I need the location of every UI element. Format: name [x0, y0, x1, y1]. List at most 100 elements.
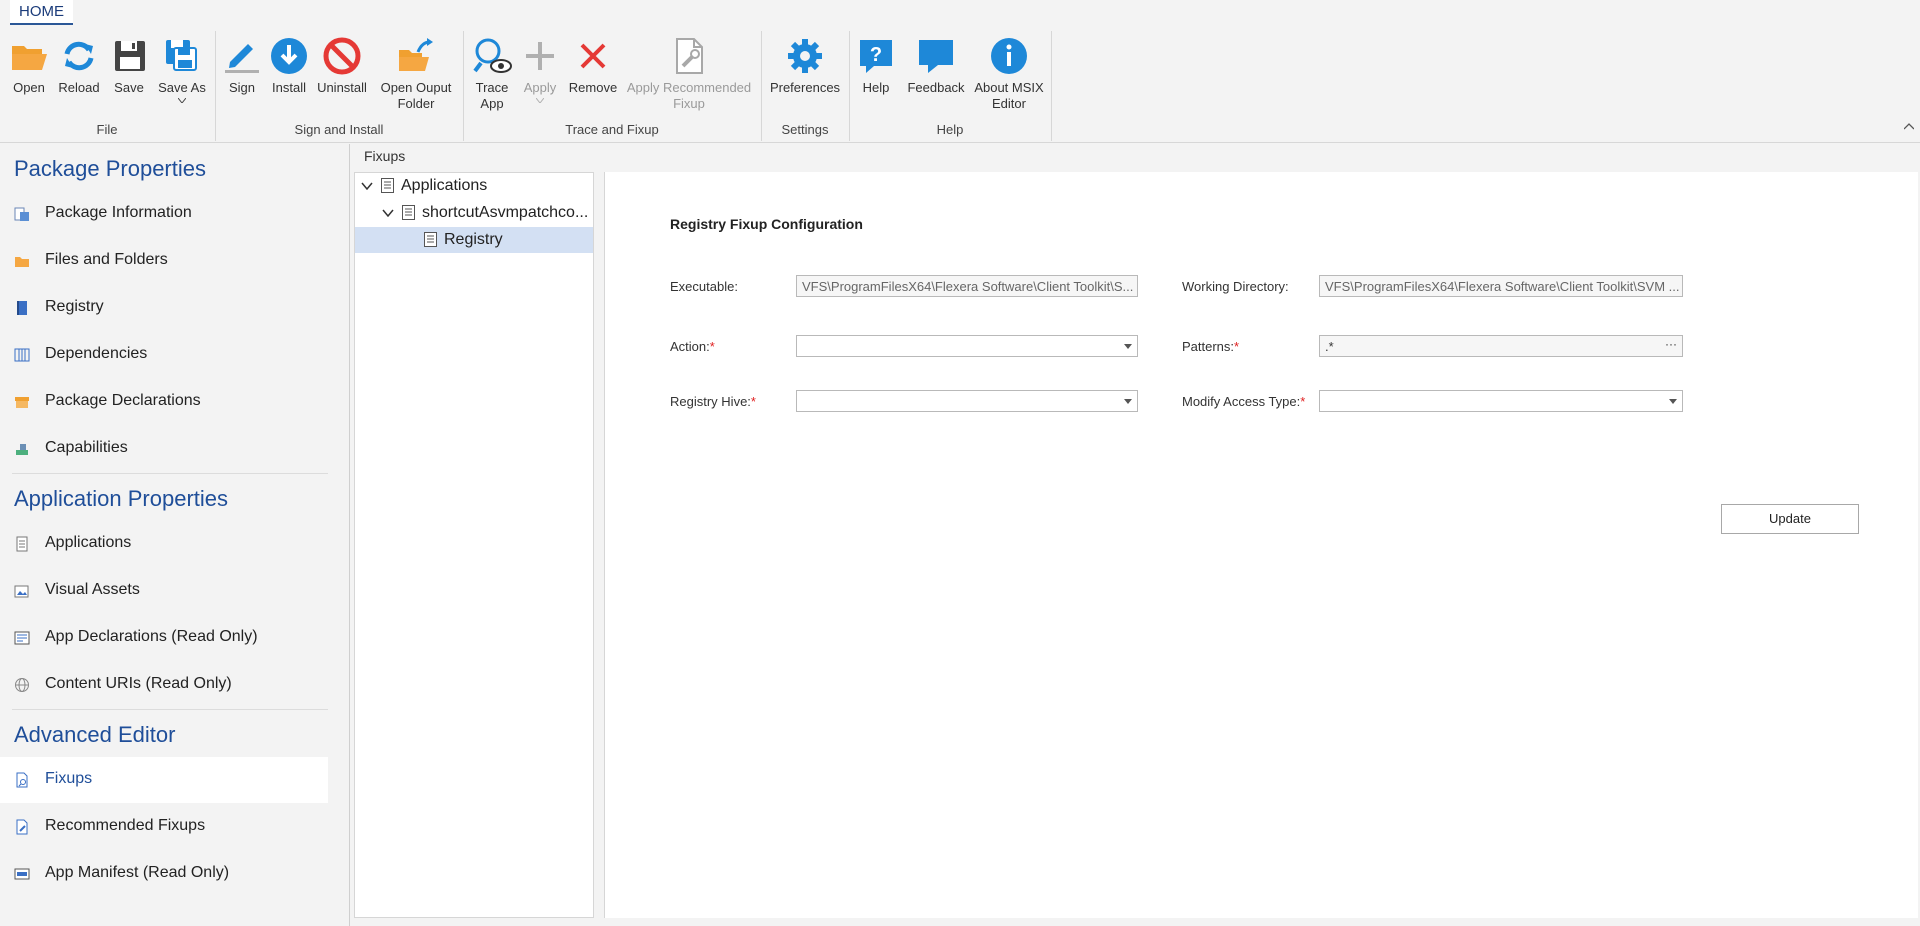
- sidebar-item-registry[interactable]: Registry: [0, 285, 328, 331]
- reload-button[interactable]: Reload: [56, 36, 102, 96]
- ellipsis-button[interactable]: ···: [1665, 337, 1677, 351]
- sidebar-item-capabilities[interactable]: Capabilities: [0, 426, 328, 472]
- ribbon-tab-bar: HOME: [0, 0, 1920, 25]
- registry-hive-label: Registry Hive:*: [670, 394, 756, 409]
- save-as-button[interactable]: Save As: [154, 36, 210, 103]
- section-advanced-editor: Advanced Editor: [14, 722, 176, 747]
- document-icon: [424, 232, 437, 247]
- action-dropdown[interactable]: [796, 335, 1138, 357]
- ribbon-group-trace-fixup: Trace App Apply Remove Apply Recommended: [464, 30, 760, 138]
- chevron-down-icon[interactable]: [361, 182, 373, 190]
- feedback-chat-icon: [919, 40, 953, 73]
- apply-recommended-fixup-button[interactable]: Apply Recommended Fixup: [624, 36, 754, 112]
- sidebar-item-fixups[interactable]: Fixups: [0, 757, 328, 803]
- working-directory-label: Working Directory:: [1182, 279, 1289, 294]
- save-button[interactable]: Save: [110, 36, 148, 96]
- group-divider: [1051, 31, 1052, 141]
- sidebar-item-dependencies[interactable]: Dependencies: [0, 332, 328, 378]
- apply-button[interactable]: Apply: [520, 36, 560, 103]
- ribbon-group-help: ? Help Feedback About MSIX Editor Help: [850, 30, 1050, 138]
- collapse-ribbon-icon[interactable]: [1904, 122, 1914, 130]
- group-label-trace-fixup: Trace and Fixup: [565, 122, 659, 137]
- chevron-down-icon: [536, 98, 544, 103]
- uninstall-button[interactable]: Uninstall: [314, 36, 370, 96]
- sidebar-item-package-declarations[interactable]: Package Declarations: [0, 379, 328, 425]
- recommended-fixups-icon: [16, 819, 28, 835]
- modify-access-type-dropdown[interactable]: [1319, 390, 1683, 412]
- dependencies-icon: [14, 348, 30, 362]
- svg-text:?: ?: [870, 44, 882, 66]
- registry-fixup-panel: Registry Fixup Configuration Executable:…: [604, 172, 1918, 918]
- document-icon: [381, 178, 394, 193]
- remove-button[interactable]: Remove: [568, 36, 618, 96]
- trace-app-button[interactable]: Trace App: [472, 36, 512, 112]
- app-declarations-icon: [14, 631, 30, 645]
- registry-hive-dropdown[interactable]: [796, 390, 1138, 412]
- sign-button[interactable]: Sign: [222, 36, 262, 96]
- feedback-button[interactable]: Feedback: [904, 36, 968, 96]
- sidebar-item-content-uris[interactable]: Content URIs (Read Only): [0, 662, 328, 708]
- document-icon: [402, 205, 415, 220]
- tree-node-application[interactable]: shortcutAsvmpatchco...: [355, 200, 593, 226]
- remove-x-icon: [580, 43, 606, 69]
- required-mark: *: [1234, 339, 1240, 354]
- sidebar-item-files-and-folders[interactable]: Files and Folders: [0, 238, 328, 284]
- gear-icon: [788, 39, 822, 73]
- install-download-icon: [271, 38, 307, 74]
- registry-book-icon: [17, 301, 27, 315]
- app-manifest-icon: [14, 868, 30, 880]
- sidebar-item-visual-assets[interactable]: Visual Assets: [0, 568, 328, 614]
- tree-node-registry[interactable]: Registry: [355, 227, 593, 253]
- capabilities-icon: [16, 444, 28, 455]
- tab-home[interactable]: HOME: [10, 0, 73, 25]
- plus-icon: [526, 42, 554, 70]
- content-area: Fixups Applications shortcutAsvmpatchco.…: [352, 144, 1920, 926]
- open-output-folder-icon: [399, 38, 433, 71]
- about-msix-editor-button[interactable]: About MSIX Editor: [974, 36, 1044, 112]
- section-package-properties: Package Properties: [14, 156, 206, 181]
- help-button[interactable]: ? Help: [856, 36, 896, 96]
- sidebar-item-app-manifest[interactable]: App Manifest (Read Only): [0, 851, 328, 897]
- sign-pen-icon: [225, 44, 259, 73]
- required-mark: *: [750, 394, 756, 409]
- open-button[interactable]: Open: [8, 36, 50, 96]
- group-label-sign-install: Sign and Install: [294, 122, 384, 137]
- update-button[interactable]: Update: [1721, 504, 1859, 534]
- executable-field[interactable]: VFS\ProgramFilesX64\Flexera Software\Cli…: [796, 275, 1138, 297]
- sidebar-item-recommended-fixups[interactable]: Recommended Fixups: [0, 804, 328, 850]
- fixups-tree: Applications shortcutAsvmpatchco... Regi…: [354, 172, 594, 918]
- sidebar-item-package-information[interactable]: Package Information: [0, 191, 328, 237]
- ribbon-group-settings: Preferences Settings: [762, 30, 848, 138]
- chevron-down-icon: [178, 98, 186, 103]
- sidebar-item-applications[interactable]: Applications: [0, 521, 328, 567]
- ribbon: Open Reload Save Save As File Sign Insta…: [0, 25, 1920, 143]
- sidebar-divider: [12, 473, 328, 474]
- open-output-folder-button[interactable]: Open Ouput Folder: [376, 36, 456, 112]
- ribbon-group-file: Open Reload Save Save As File: [0, 30, 214, 138]
- applications-icon: [16, 536, 28, 552]
- globe-icon: [15, 678, 29, 692]
- action-label: Action:*: [670, 339, 715, 354]
- executable-label: Executable:: [670, 279, 738, 294]
- package-box-icon: [15, 397, 29, 408]
- fixups-icon: [16, 772, 28, 788]
- group-label-help: Help: [936, 122, 964, 137]
- chevron-down-icon: [1124, 399, 1132, 404]
- preferences-button[interactable]: Preferences: [768, 36, 842, 96]
- sidebar: Package Properties Package Information F…: [0, 144, 350, 926]
- working-directory-field[interactable]: VFS\ProgramFilesX64\Flexera Software\Cli…: [1319, 275, 1683, 297]
- tree-node-applications[interactable]: Applications: [355, 173, 593, 199]
- install-button[interactable]: Install: [268, 36, 310, 96]
- recommended-fixup-document-icon: [676, 38, 703, 74]
- patterns-field[interactable]: .* ···: [1319, 335, 1683, 357]
- folder-open-icon: [12, 46, 47, 70]
- required-mark: *: [1300, 394, 1306, 409]
- save-as-icon: [166, 40, 197, 71]
- uninstall-prohibited-icon: [323, 37, 361, 75]
- trace-magnifier-eye-icon: [473, 38, 512, 73]
- chevron-down-icon[interactable]: [382, 209, 394, 217]
- group-label-settings: Settings: [781, 122, 829, 137]
- sidebar-item-app-declarations[interactable]: App Declarations (Read Only): [0, 615, 328, 661]
- package-information-icon: [14, 207, 29, 221]
- visual-assets-icon: [14, 585, 29, 598]
